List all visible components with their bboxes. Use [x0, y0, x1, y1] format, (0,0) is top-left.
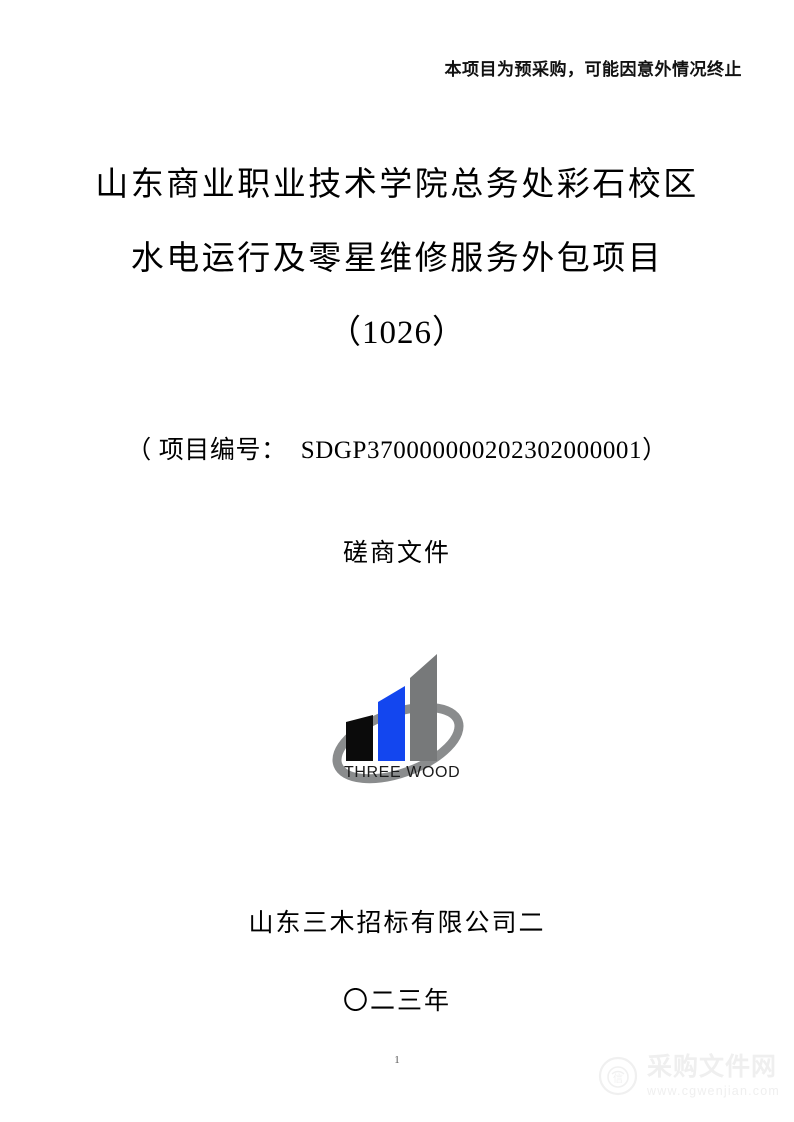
- issuer-text: 山东三木招标有限公司二: [248, 910, 546, 937]
- logo-wordmark: THREE WOOD: [344, 764, 460, 781]
- document-type: 磋商文件: [0, 533, 794, 569]
- project-number-value: SDGP370000000202302000001）: [300, 437, 668, 464]
- logo-bar-black: [346, 715, 373, 761]
- issue-date: 〇二三年: [0, 981, 794, 1017]
- watermark-url: www.cgwenjian.com: [647, 1083, 780, 1098]
- page-number-text: 1: [394, 1054, 400, 1066]
- logo-bar-gray: [410, 654, 437, 761]
- title-line-2: 水电运行及零星维修服务外包项目: [130, 241, 664, 277]
- issuer: 山东三木招标有限公司二: [0, 903, 794, 939]
- issue-date-text: 〇二三年: [342, 988, 451, 1015]
- page-title: 山东商业职业技术学院总务处彩石校区 水电运行及零星维修服务外包项目 （1026）: [0, 148, 794, 370]
- title-line-1: 山东商业职业技术学院总务处彩石校区: [95, 167, 699, 203]
- document-type-text: 磋商文件: [342, 540, 451, 567]
- company-logo: THREE WOOD: [0, 645, 794, 810]
- logo-bar-blue: [378, 686, 405, 761]
- header-notice-text: 本项目为预采购，可能因意外情况终止: [444, 60, 742, 79]
- project-number: （ 项目编号： SDGP370000000202302000001）: [0, 430, 794, 466]
- header-notice: 本项目为预采购，可能因意外情况终止: [0, 55, 742, 80]
- document-page: 本项目为预采购，可能因意外情况终止 山东商业职业技术学院总务处彩石校区 水电运行…: [0, 0, 794, 1122]
- three-wood-logo-icon: THREE WOOD: [332, 654, 464, 784]
- page-number: 1: [0, 1050, 794, 1068]
- project-number-label: （ 项目编号：: [126, 437, 287, 464]
- title-line-3: （1026）: [328, 315, 466, 351]
- svg-text:信: 信: [613, 1073, 623, 1085]
